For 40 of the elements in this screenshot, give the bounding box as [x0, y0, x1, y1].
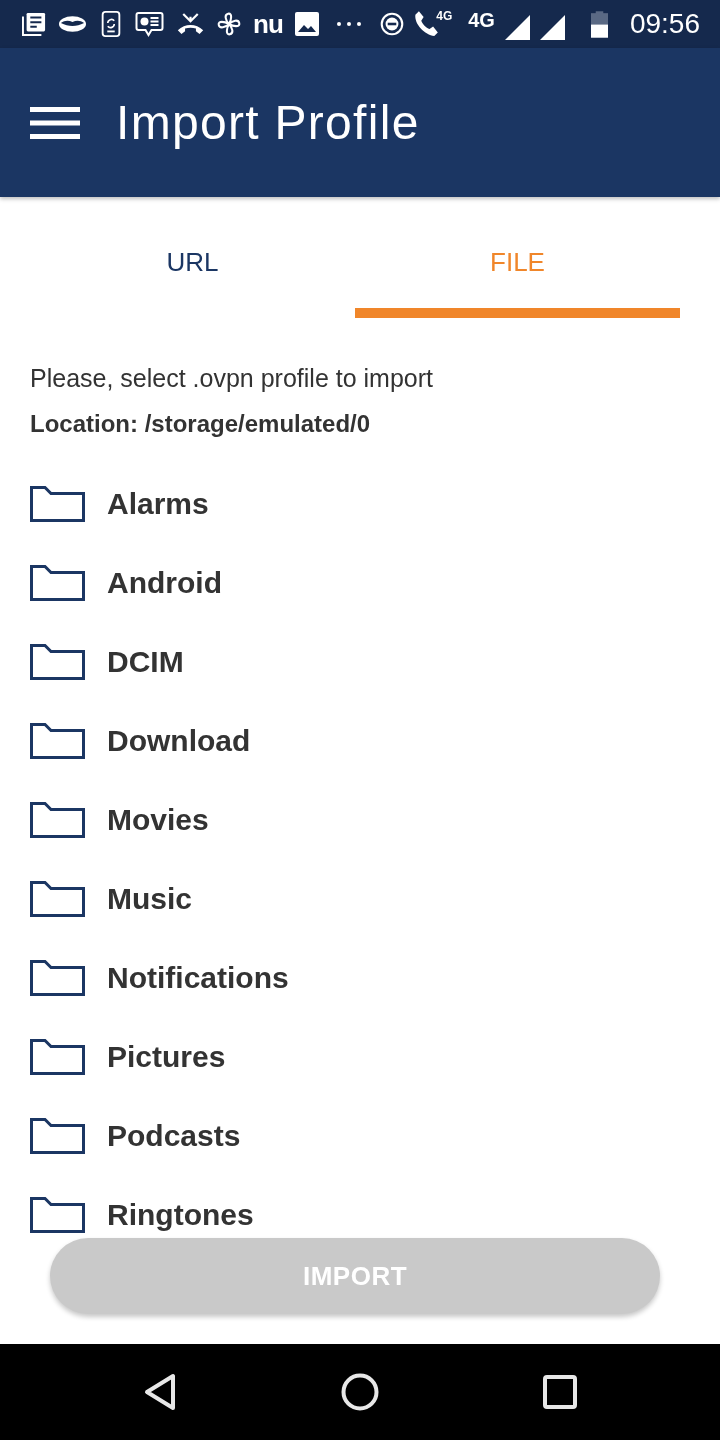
- location-path: Location: /storage/emulated/0: [30, 409, 372, 439]
- clock-time: 09:56: [629, 9, 700, 39]
- folder-item[interactable]: Android: [0, 563, 720, 603]
- folder-item[interactable]: Alarms: [0, 484, 720, 524]
- folder-item[interactable]: Ringtones: [0, 1195, 720, 1235]
- app-logo: nu: [253, 11, 283, 37]
- folder-icon: [30, 802, 85, 838]
- folder-icon: [30, 1197, 85, 1233]
- folder-item[interactable]: Download: [0, 721, 720, 761]
- folder-icon: [30, 723, 85, 759]
- image-icon: [294, 11, 319, 37]
- more-icon: [336, 22, 361, 26]
- missed-call-icon: [176, 11, 205, 37]
- newspaper-icon: [22, 11, 46, 37]
- folder-icon: [30, 881, 85, 917]
- instruction-text: Please, select .ovpn profile to import: [30, 363, 434, 394]
- folder-item[interactable]: Notifications: [0, 958, 720, 998]
- signal-icon: [504, 14, 530, 40]
- call-network-label: 4G: [436, 10, 453, 22]
- folder-icon: [30, 486, 85, 522]
- folder-icon: [30, 1039, 85, 1075]
- folder-icon: [30, 644, 85, 680]
- folder-item[interactable]: DCIM: [0, 642, 720, 682]
- phone-sync-icon: [99, 11, 123, 37]
- folder-icon: [30, 1118, 85, 1154]
- folder-item[interactable]: Pictures: [0, 1037, 720, 1077]
- battery-icon: [590, 10, 608, 38]
- pinwheel-icon: [217, 11, 241, 37]
- chat-icon: [135, 11, 164, 37]
- folder-item[interactable]: Podcasts: [0, 1116, 720, 1156]
- folder-item[interactable]: Movies: [0, 800, 720, 840]
- tab[interactable]: URL: [30, 197, 355, 318]
- network-type-label: 4G: [468, 10, 495, 30]
- screen-title: Import Profile: [116, 94, 420, 151]
- signal-icon: [539, 14, 565, 40]
- menu-icon[interactable]: [30, 106, 80, 139]
- do-not-disturb-icon: [380, 11, 405, 37]
- folder-icon: [30, 960, 85, 996]
- folder-item[interactable]: Music: [0, 879, 720, 919]
- folder-icon: [30, 565, 85, 601]
